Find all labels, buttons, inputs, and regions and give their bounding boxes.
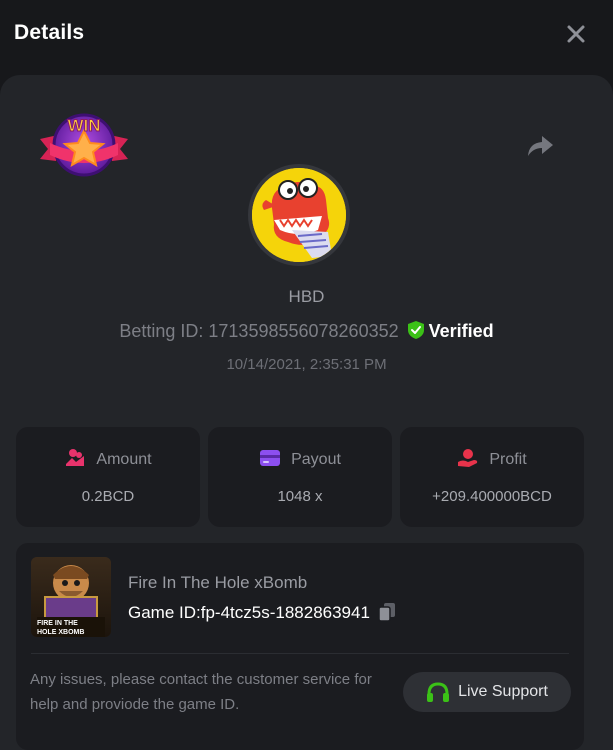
win-badge-text: WIN xyxy=(67,116,100,135)
game-name[interactable]: Fire In The Hole xBomb xyxy=(128,573,307,593)
game-thumbnail-art: FIRE IN THE HOLE XBOMB xyxy=(31,557,111,637)
stat-header: Payout xyxy=(208,448,392,469)
coins-icon xyxy=(66,449,85,466)
avatar xyxy=(248,164,350,266)
stat-value: +209.400000BCD xyxy=(432,488,552,505)
game-thumbnail[interactable]: FIRE IN THE HOLE XBOMB xyxy=(31,557,111,637)
live-support-label: Live Support xyxy=(458,683,548,700)
close-icon[interactable] xyxy=(562,20,590,48)
wallet-icon xyxy=(260,450,281,466)
bet-datetime: 10/14/2021, 2:35:31 PM xyxy=(226,356,387,373)
support-message: Any issues, please contact the customer … xyxy=(30,671,372,713)
copy-icon[interactable] xyxy=(378,602,396,622)
game-id-row: Game ID:fp-4tcz5s-1882863941 xyxy=(128,602,396,623)
headset-icon xyxy=(427,682,450,702)
share-icon[interactable] xyxy=(525,132,555,160)
stat-value: 1048 x xyxy=(277,488,323,505)
hand-coin-icon xyxy=(458,449,478,467)
win-badge-icon: WIN xyxy=(40,113,128,177)
divider xyxy=(31,653,569,654)
stat-header: Amount xyxy=(16,448,200,469)
dialog-title: Details xyxy=(14,21,85,44)
stat-label: Profit xyxy=(489,451,527,468)
betting-id: Betting ID: 1713598556078260352 xyxy=(119,321,399,341)
betting-id-row: Betting ID: 1713598556078260352 Verified xyxy=(0,320,613,342)
live-support-button[interactable]: Live Support xyxy=(403,672,571,712)
game-id: Game ID:fp-4tcz5s-1882863941 xyxy=(128,603,370,622)
stat-card-payout: Payout 1048 x xyxy=(208,427,392,527)
game-card: FIRE IN THE HOLE XBOMB Fire In The Hole … xyxy=(16,543,584,750)
thumb-text-2: HOLE XBOMB xyxy=(37,629,84,636)
stat-label: Payout xyxy=(291,451,341,468)
dinosaur-avatar-icon xyxy=(252,168,346,262)
stat-header: Profit xyxy=(400,448,584,469)
stat-value: 0.2BCD xyxy=(81,488,135,505)
stat-label: Amount xyxy=(96,451,152,468)
dialog-header: Details xyxy=(0,0,613,70)
verified-label: Verified xyxy=(428,321,494,341)
player-name: HBD xyxy=(288,287,325,306)
stat-card-profit: Profit +209.400000BCD xyxy=(400,427,584,527)
stat-card-amount: Amount 0.2BCD xyxy=(16,427,200,527)
verified-shield-icon xyxy=(407,321,424,339)
thumb-text-1: FIRE IN THE xyxy=(37,620,78,627)
